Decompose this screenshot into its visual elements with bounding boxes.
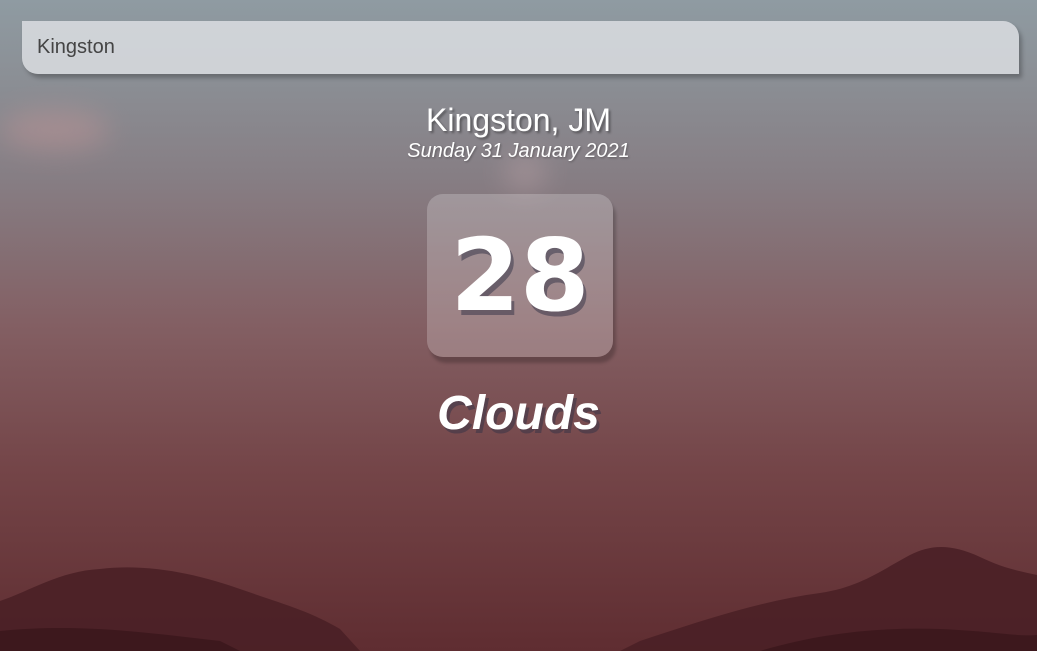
current-date: Sunday 31 January 2021 <box>407 140 630 162</box>
search-box <box>22 21 1019 74</box>
temperature-card: 28 <box>427 194 613 357</box>
weather-condition: Clouds <box>437 387 600 440</box>
location-title: Kingston, JM <box>426 102 611 138</box>
temperature-value: 28 <box>450 216 590 334</box>
search-input[interactable] <box>22 21 1019 74</box>
mountain-silhouette <box>0 547 1037 651</box>
